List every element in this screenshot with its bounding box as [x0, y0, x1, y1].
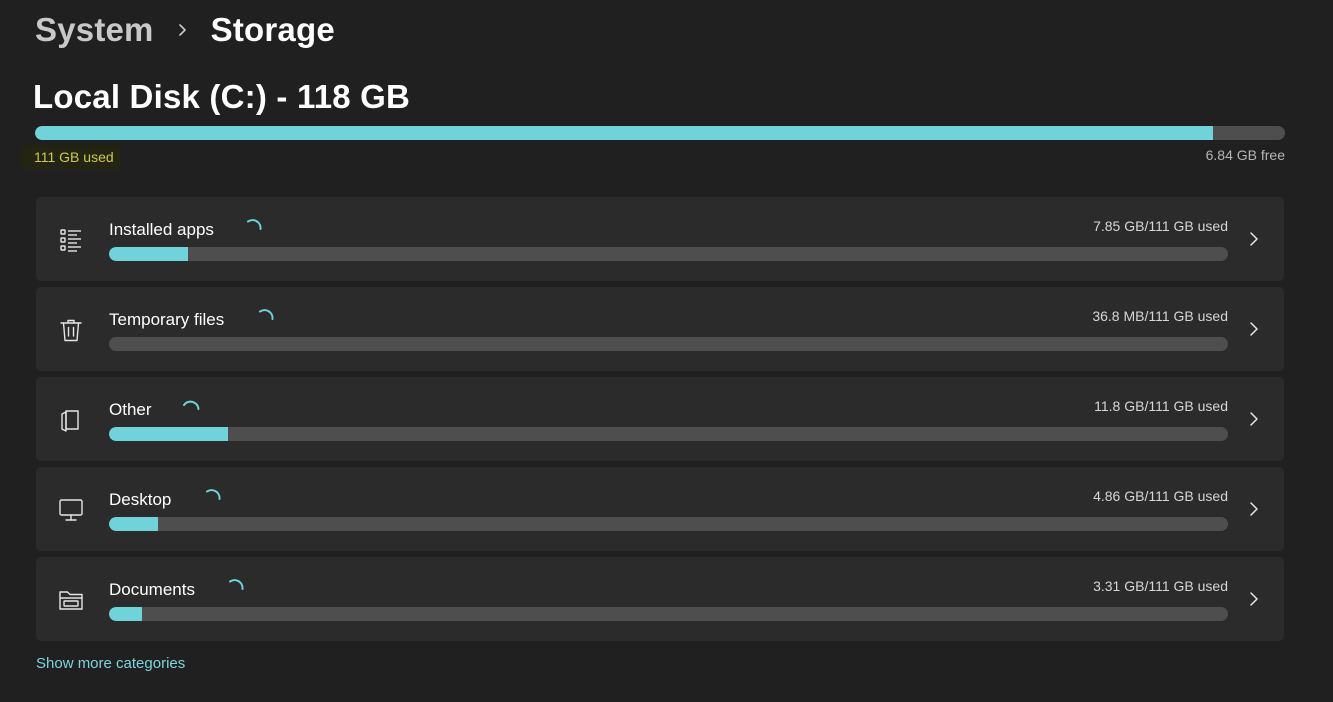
- document-icon: [58, 407, 84, 433]
- chevron-right-icon: [1249, 410, 1259, 428]
- category-label: Desktop: [109, 490, 172, 509]
- category-amount: 4.86 GB/111 GB used: [1093, 488, 1228, 504]
- loading-spinner-icon: [181, 397, 201, 417]
- breadcrumb: System Storage: [35, 8, 335, 52]
- disk-usage-bar-fill: [35, 126, 1213, 140]
- chevron-right-icon: [1249, 590, 1259, 608]
- chevron-right-icon: [1249, 230, 1259, 248]
- disk-title: Local Disk (C:) - 118 GB: [33, 78, 411, 115]
- category-label: Installed apps: [109, 220, 214, 239]
- category-amount: 36.8 MB/111 GB used: [1092, 308, 1228, 324]
- category-usage-bar-fill: [109, 517, 158, 531]
- disk-free-label: 6.84 GB free: [1205, 147, 1285, 163]
- chevron-right-icon: [176, 20, 190, 40]
- loading-spinner-icon: [225, 577, 245, 597]
- chevron-right-icon: [1249, 500, 1259, 518]
- category-amount: 7.85 GB/111 GB used: [1093, 218, 1228, 234]
- list-icon: [58, 227, 84, 253]
- category-usage-bar-fill: [109, 607, 143, 621]
- category-usage-bar: [109, 607, 1228, 621]
- category-usage-bar-fill: [109, 247, 189, 261]
- category-list: Installed apps 7.85 GB/111 GB used Tempo…: [36, 197, 1284, 647]
- disk-usage-bar: [35, 126, 1285, 140]
- category-label: Documents: [109, 580, 195, 599]
- show-more-categories-link[interactable]: Show more categories: [36, 655, 185, 672]
- category-usage-bar: [109, 337, 1228, 351]
- category-label: Temporary files: [109, 310, 225, 329]
- category-installed-apps[interactable]: Installed apps 7.85 GB/111 GB used: [36, 197, 1284, 281]
- category-usage-bar: [109, 427, 1228, 441]
- category-usage-bar: [109, 517, 1228, 531]
- category-amount: 3.31 GB/111 GB used: [1093, 578, 1228, 594]
- trash-icon: [58, 317, 84, 343]
- category-documents[interactable]: Documents 3.31 GB/111 GB used: [36, 557, 1284, 641]
- loading-spinner-icon: [243, 217, 263, 237]
- breadcrumb-system-link[interactable]: System: [35, 11, 154, 49]
- chevron-right-icon: [1249, 320, 1259, 338]
- category-desktop[interactable]: Desktop 4.86 GB/111 GB used: [36, 467, 1284, 551]
- page-title: Storage: [210, 11, 335, 48]
- category-label: Other: [109, 400, 152, 419]
- monitor-icon: [58, 497, 84, 523]
- storage-settings-page: System Storage Local Disk (C:) - 118 GB …: [0, 0, 1333, 702]
- loading-spinner-icon: [255, 307, 275, 327]
- loading-spinner-icon: [202, 487, 222, 507]
- category-usage-bar: [109, 247, 1228, 261]
- category-usage-bar-fill: [109, 427, 228, 441]
- category-amount: 11.8 GB/111 GB used: [1094, 398, 1228, 414]
- category-other[interactable]: Other 11.8 GB/111 GB used: [36, 377, 1284, 461]
- folder-icon: [58, 587, 84, 613]
- category-temporary-files[interactable]: Temporary files 36.8 MB/111 GB used: [36, 287, 1284, 371]
- disk-used-label: 111 GB used: [20, 145, 120, 169]
